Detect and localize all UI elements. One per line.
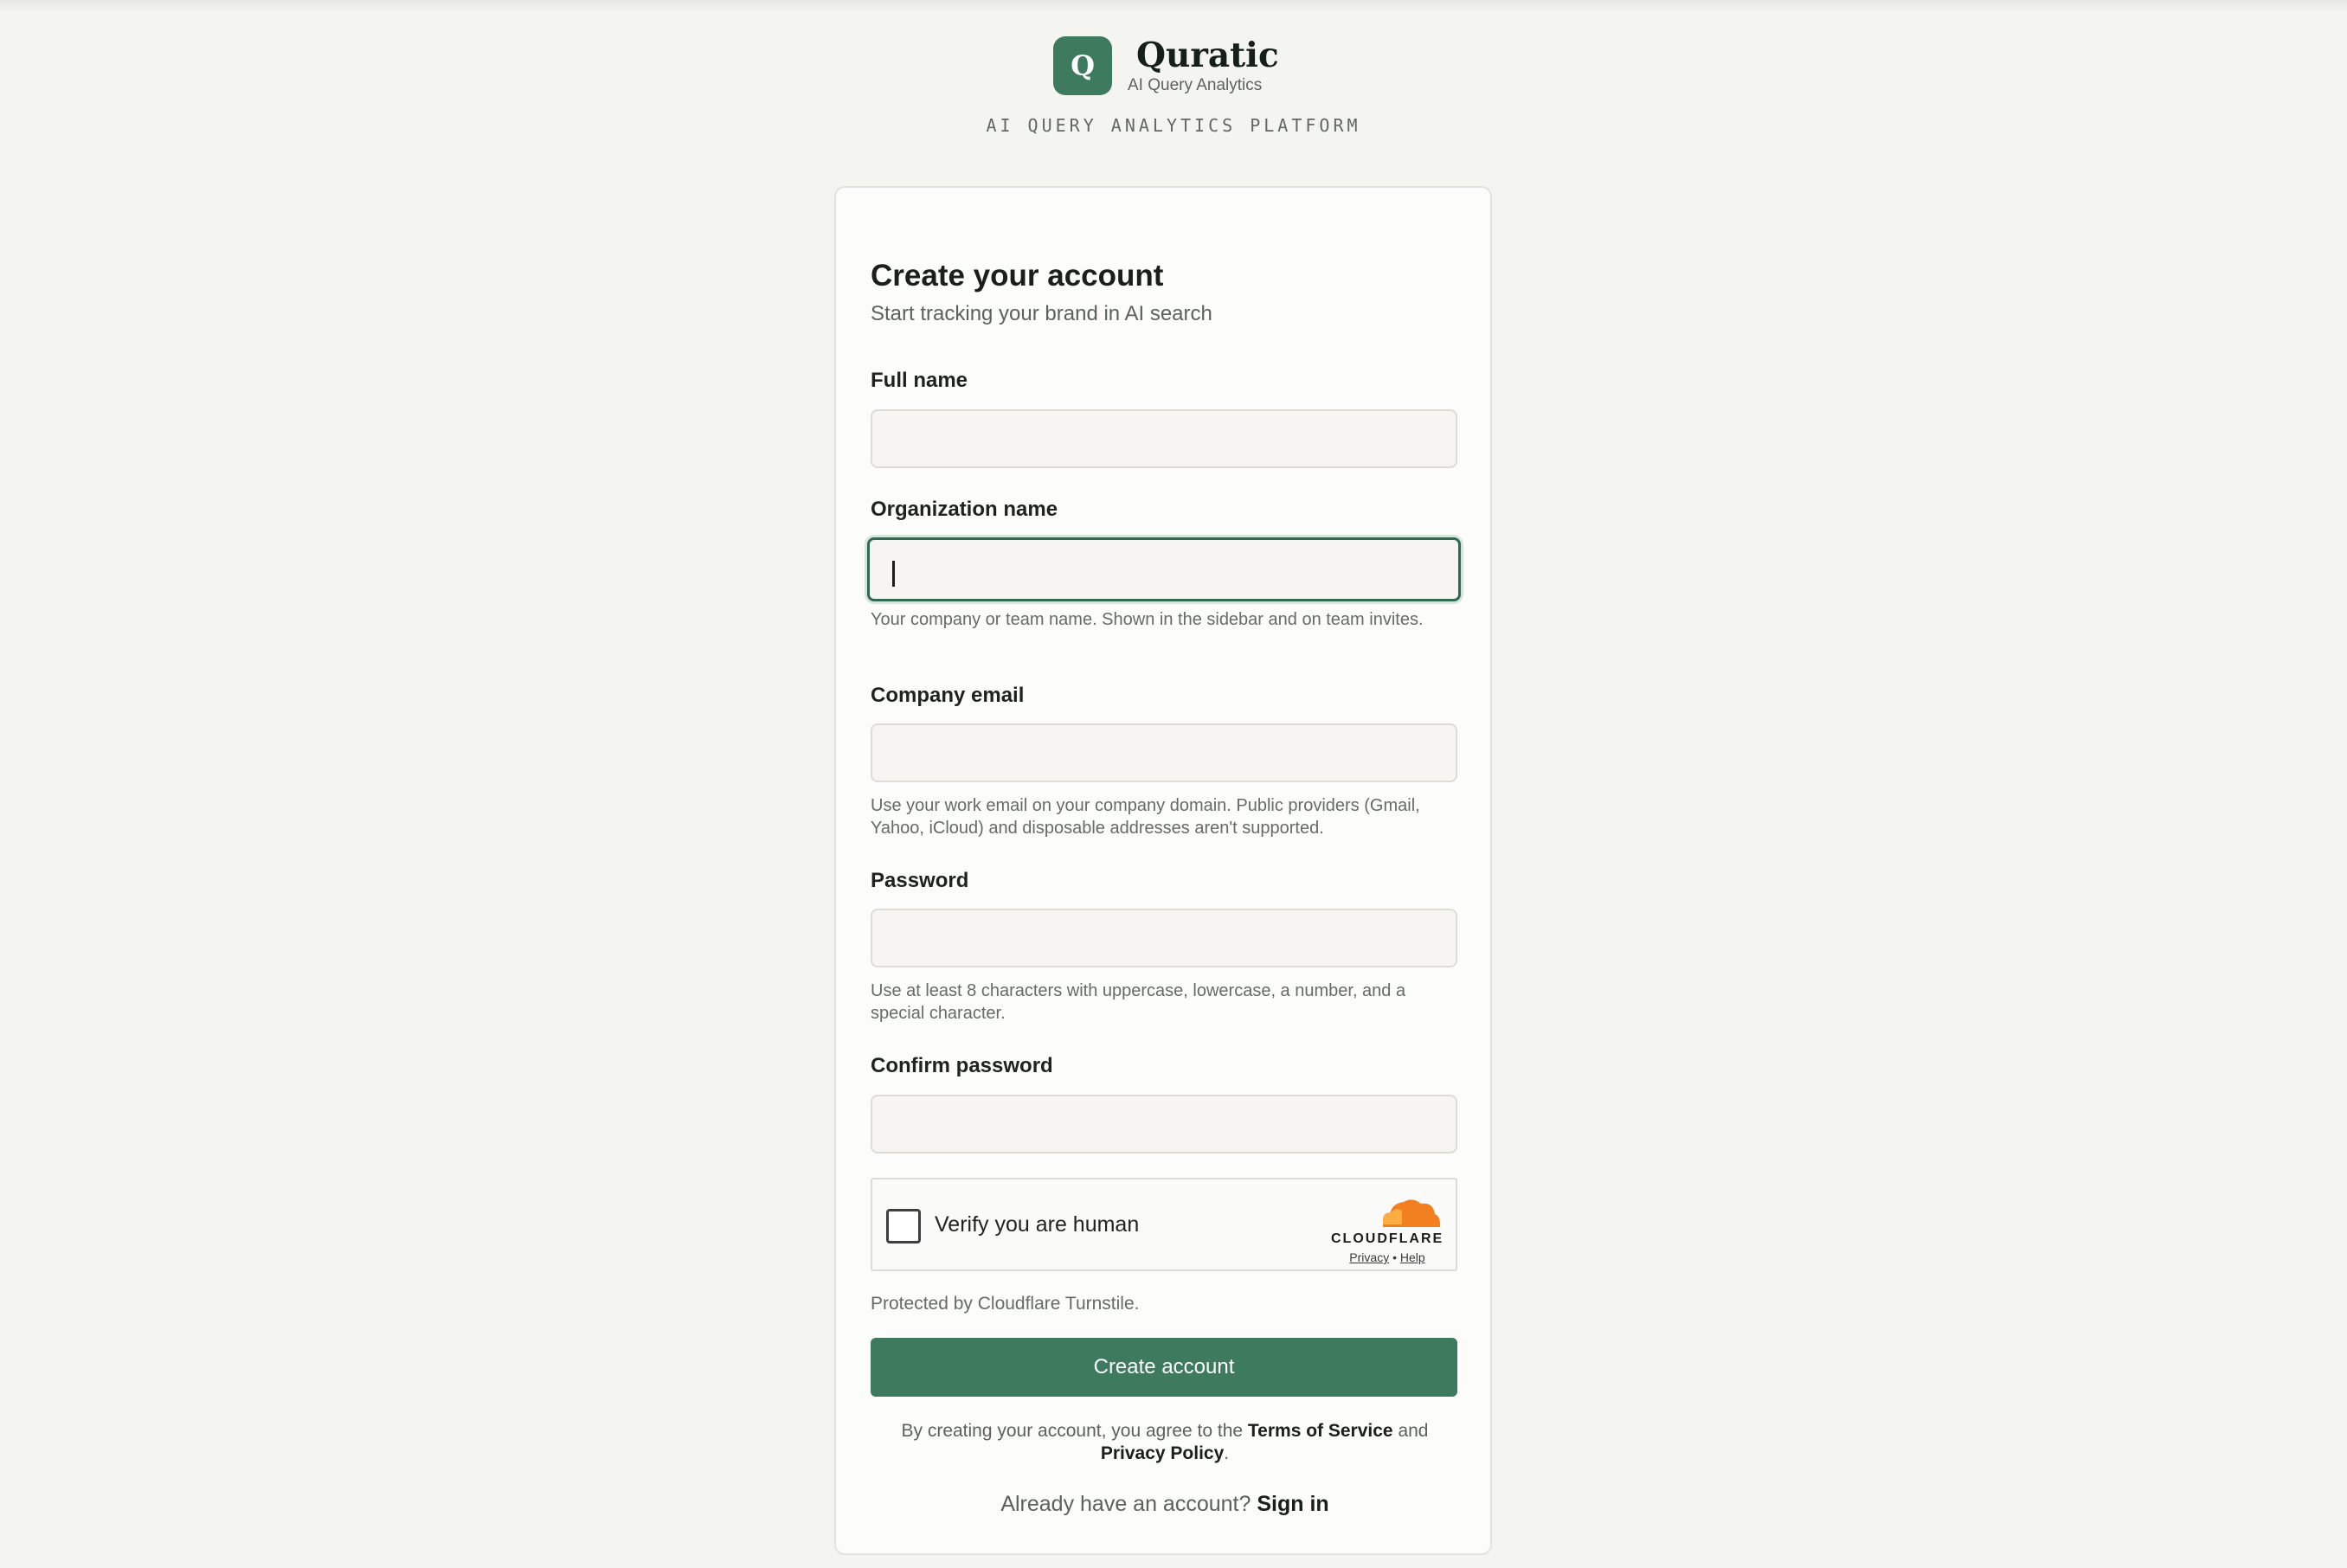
terms-suffix: . bbox=[1224, 1443, 1230, 1463]
top-bar bbox=[0, 0, 2347, 12]
sign-in-link[interactable]: Sign in bbox=[1257, 1492, 1328, 1516]
platform-label: AI QUERY ANALYTICS PLATFORM bbox=[986, 115, 1361, 136]
email-input[interactable] bbox=[871, 723, 1457, 782]
brand-logo-icon: Q bbox=[1053, 36, 1112, 95]
page-title: Create your account bbox=[871, 259, 1164, 292]
turnstile-help-link[interactable]: Help bbox=[1400, 1250, 1425, 1264]
full-name-input[interactable] bbox=[871, 409, 1457, 468]
organization-input[interactable] bbox=[867, 537, 1461, 601]
text-caret bbox=[892, 561, 895, 587]
terms-notice: By creating your account, you agree to t… bbox=[871, 1420, 1459, 1465]
organization-label: Organization name bbox=[871, 498, 1058, 521]
brand-name: Quratic bbox=[1136, 35, 1279, 75]
turnstile-links: Privacy • Help bbox=[1331, 1250, 1444, 1264]
organization-help: Your company or team name. Shown in the … bbox=[871, 610, 1424, 629]
terms-prefix: By creating your account, you agree to t… bbox=[901, 1421, 1244, 1441]
turnstile-widget: Verify you are human CLOUDFLARE Privacy … bbox=[871, 1178, 1457, 1271]
email-label: Company email bbox=[871, 684, 1025, 707]
confirm-password-label: Confirm password bbox=[871, 1054, 1053, 1077]
signin-prompt: Already have an account? Sign in bbox=[871, 1492, 1459, 1517]
email-help: Use your work email on your company doma… bbox=[871, 796, 1420, 838]
page-subtitle: Start tracking your brand in AI search bbox=[871, 302, 1212, 325]
password-input[interactable] bbox=[871, 909, 1457, 967]
brand-header: Q Quratic AI Query Analytics bbox=[1053, 36, 1279, 95]
turnstile-separator: • bbox=[1392, 1250, 1397, 1264]
password-label: Password bbox=[871, 869, 969, 892]
create-account-button[interactable]: Create account bbox=[871, 1338, 1457, 1397]
cloudflare-wordmark: CLOUDFLARE bbox=[1331, 1231, 1444, 1246]
brand-tagline: AI Query Analytics bbox=[1128, 76, 1263, 94]
full-name-label: Full name bbox=[871, 369, 968, 392]
password-help: Use at least 8 characters with uppercase… bbox=[871, 981, 1406, 1023]
terms-of-service-link[interactable]: Terms of Service bbox=[1248, 1421, 1393, 1441]
turnstile-notice: Protected by Cloudflare Turnstile. bbox=[871, 1294, 1140, 1314]
confirm-password-input[interactable] bbox=[871, 1095, 1457, 1154]
verify-human-label: Verify you are human bbox=[935, 1212, 1140, 1237]
brand-text: Quratic AI Query Analytics bbox=[1128, 36, 1279, 95]
signin-prompt-text: Already have an account? bbox=[1000, 1492, 1251, 1516]
verify-human-checkbox[interactable] bbox=[886, 1209, 921, 1243]
terms-and: and bbox=[1398, 1421, 1429, 1441]
signup-card: Create your account Start tracking your … bbox=[834, 186, 1492, 1555]
cloudflare-cloud-icon bbox=[1383, 1199, 1440, 1227]
privacy-policy-link[interactable]: Privacy Policy bbox=[1101, 1443, 1224, 1463]
turnstile-privacy-link[interactable]: Privacy bbox=[1349, 1250, 1389, 1264]
